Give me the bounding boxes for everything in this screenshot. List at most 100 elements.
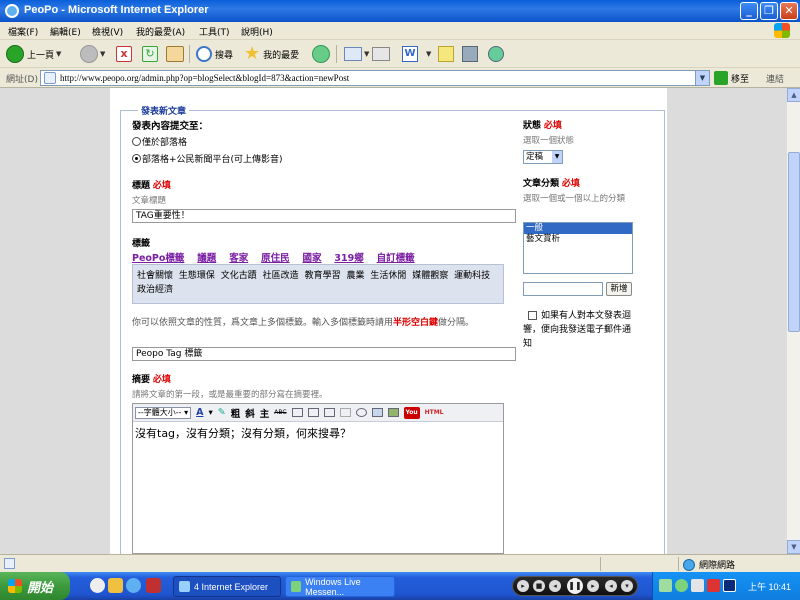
tag-option[interactable]: 文化古蹟 [221, 271, 257, 281]
category-item[interactable]: 藝文賞析 [524, 234, 632, 245]
tag-option[interactable]: 教育學習 [305, 271, 341, 281]
tag-option[interactable]: 媒體觀察 [412, 271, 448, 281]
tag-group-country[interactable]: 國家 [302, 253, 321, 264]
tray-security-icon[interactable] [707, 579, 720, 592]
required-marker: 必填 [152, 181, 171, 191]
category-item[interactable]: 一般 [524, 223, 632, 234]
tags-input[interactable]: Peopo Tag 標籤 [132, 347, 516, 361]
clock[interactable]: 上午 10:41 [748, 580, 791, 593]
menu-edit[interactable]: 編輯(E) [50, 25, 81, 38]
share-option-label: 部落格+公民新聞平台(可上傳影音) [142, 155, 283, 165]
media-pause-icon[interactable]: ❚❚ [567, 578, 583, 594]
refresh-button[interactable]: ↻ [142, 44, 158, 64]
tray-messenger-icon[interactable] [675, 579, 688, 592]
home-button[interactable] [166, 44, 184, 64]
chevron-down-icon[interactable]: ▾ [208, 408, 212, 418]
category-list[interactable]: 一般 藝文賞析 [523, 222, 633, 274]
scroll-down-icon[interactable]: ▼ [787, 540, 800, 554]
youtube-icon[interactable]: You [403, 406, 420, 419]
scroll-thumb[interactable] [788, 152, 800, 332]
tag-group-aboriginal[interactable]: 原住民 [261, 253, 290, 264]
image-icon[interactable] [387, 408, 399, 417]
task-internet-explorer[interactable]: 4 Internet Explorer [173, 576, 281, 597]
quicklaunch-media-icon[interactable] [146, 578, 161, 593]
menu-file[interactable]: 檔案(F) [8, 25, 38, 38]
media-restore-icon[interactable]: ▸ [517, 580, 529, 592]
tag-option[interactable]: 運動科技 [454, 271, 490, 281]
media-prev-icon[interactable]: ◂ [549, 580, 561, 592]
align-left-icon[interactable] [291, 408, 303, 417]
quicklaunch-folder-icon[interactable] [108, 578, 123, 593]
taskbar: 開始 4 Internet Explorer Windows Live Mess… [0, 572, 800, 600]
start-button[interactable]: 開始 [0, 572, 70, 600]
tag-option[interactable]: 社會關懷 [137, 271, 173, 281]
media-next-icon[interactable]: ▸ [587, 580, 599, 592]
quicklaunch-ie-icon[interactable] [126, 578, 141, 593]
media-menu-icon[interactable]: ▾ [621, 580, 633, 592]
tag-option[interactable]: 農業 [346, 271, 364, 281]
minimize-button[interactable]: _ [740, 2, 758, 20]
tag-group-issue[interactable]: 議題 [197, 253, 216, 264]
add-category-button[interactable]: 新增 [606, 282, 632, 296]
forward-button[interactable]: ▼ [80, 44, 105, 64]
share-option-blog-only[interactable]: 僅於部落格 [132, 135, 187, 148]
underline-button[interactable]: 主 [260, 406, 270, 420]
tag-group-319[interactable]: 319鄉 [334, 253, 363, 264]
mail-button[interactable]: ▼ [344, 44, 369, 64]
tray-app-icon[interactable] [723, 579, 736, 592]
strikethrough-button[interactable]: ABC [274, 409, 286, 416]
restore-button[interactable]: ❐ [760, 2, 778, 20]
tag-group-peopo[interactable]: PeoPo標籤 [132, 253, 184, 264]
font-color-icon[interactable]: A [196, 407, 203, 418]
align-right-icon[interactable] [323, 408, 335, 417]
status-label: 狀態 [523, 121, 542, 131]
research-button[interactable] [462, 44, 478, 64]
back-button[interactable]: 上一頁 ▼ [6, 44, 61, 64]
task-windows-live-messenger[interactable]: Windows Live Messen... [285, 576, 395, 597]
new-category-input[interactable] [523, 282, 603, 296]
bold-button[interactable]: 粗 [231, 406, 241, 420]
discuss-button[interactable] [438, 44, 454, 64]
status-select[interactable]: 定稿 ▼ [523, 150, 563, 164]
links-button[interactable]: 連結 [766, 72, 784, 85]
menu-favorites[interactable]: 我的最愛(A) [136, 25, 185, 38]
tag-group-custom[interactable]: 自訂標籤 [377, 253, 415, 264]
print-button[interactable] [372, 44, 390, 64]
media-stop-icon[interactable]: ■ [533, 580, 545, 592]
favorites-button[interactable]: ★ 我的最愛 [244, 44, 299, 64]
messenger-button[interactable] [488, 44, 504, 64]
tray-network-icon[interactable] [659, 579, 672, 592]
media-volume-icon[interactable]: ◂ [605, 580, 617, 592]
tag-option[interactable]: 生活休閒 [370, 271, 406, 281]
menu-help[interactable]: 說明(H) [241, 25, 273, 38]
highlight-icon[interactable]: ✎ [218, 407, 226, 418]
align-center-icon[interactable] [307, 408, 319, 417]
rule-icon[interactable] [339, 408, 351, 417]
search-button[interactable]: 搜尋 [196, 44, 233, 64]
share-option-blog-and-platform[interactable]: 部落格+公民新聞平台(可上傳影音) [132, 152, 283, 165]
summary-editor-body[interactable]: 沒有tag，沒有分類；沒有分類，何來搜尋？ [133, 422, 503, 444]
chevron-down-icon[interactable]: ▼ [695, 71, 709, 85]
emoticon-icon[interactable] [355, 408, 367, 417]
title-input[interactable]: TAG重要性！ [132, 209, 516, 223]
media-button[interactable] [312, 44, 330, 64]
vertical-scrollbar[interactable]: ▲ ▼ [786, 88, 800, 554]
tag-option[interactable]: 政治經濟 [137, 285, 173, 295]
tray-volume-icon[interactable] [691, 579, 704, 592]
tag-option[interactable]: 社區改造 [263, 271, 299, 281]
edit-button[interactable]: W ▼ [402, 44, 431, 64]
close-button[interactable]: ✕ [780, 2, 798, 20]
html-icon[interactable]: HTML [425, 409, 444, 416]
go-button[interactable]: 移至 [714, 71, 749, 85]
menu-view[interactable]: 檢視(V) [92, 25, 123, 38]
font-size-select[interactable]: --字體大小-- ▾ [135, 406, 192, 419]
tag-group-hakka[interactable]: 客家 [229, 253, 248, 264]
quicklaunch-browser-icon[interactable] [90, 578, 105, 593]
scroll-up-icon[interactable]: ▲ [787, 88, 800, 102]
link-icon[interactable] [371, 408, 383, 417]
tag-option[interactable]: 生態環保 [179, 271, 215, 281]
address-input[interactable]: http://www.peopo.org/admin.php?op=blogSe… [40, 70, 710, 86]
menu-tools[interactable]: 工具(T) [199, 25, 230, 38]
stop-button[interactable]: x [116, 44, 132, 64]
italic-button[interactable]: 斜 [245, 406, 255, 420]
